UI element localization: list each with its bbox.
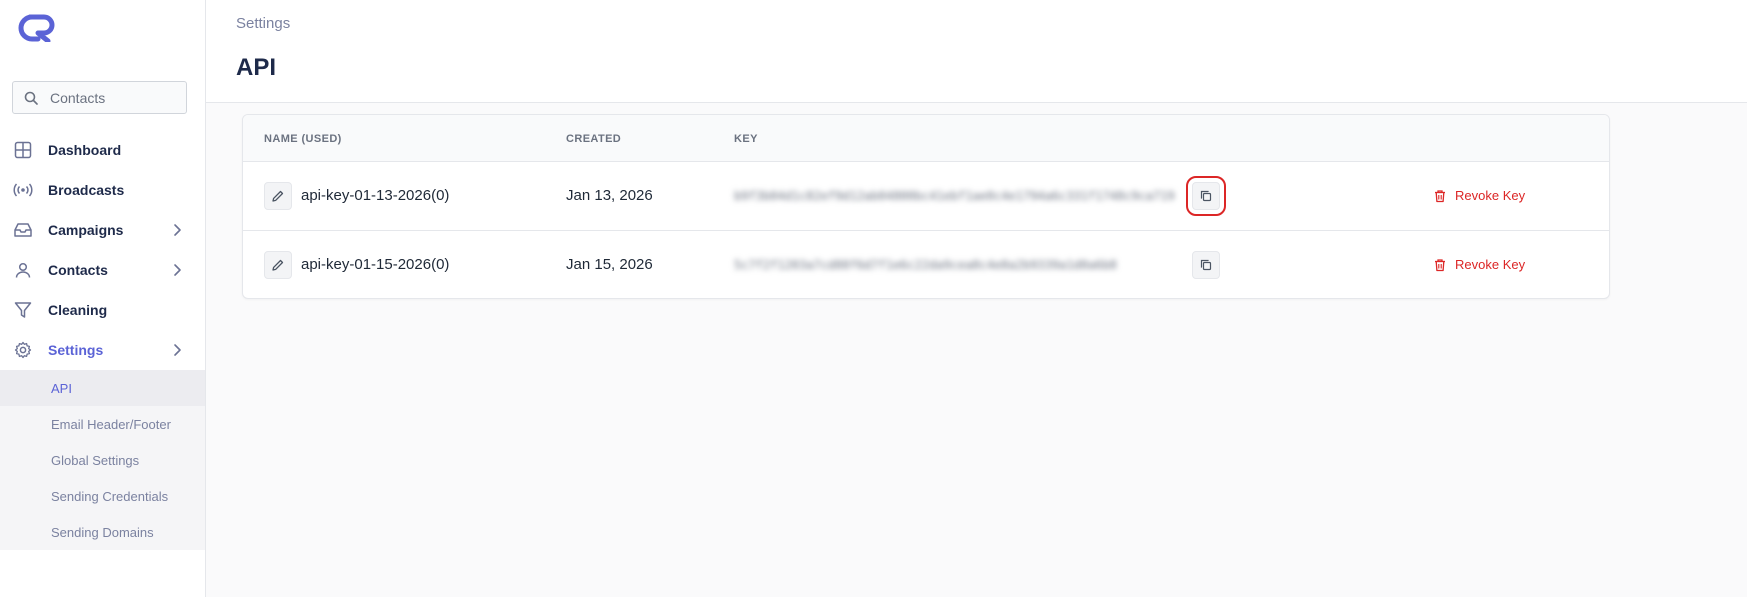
sidebar-item-cleaning[interactable]: Cleaning (0, 290, 205, 330)
sidebar-nav: Dashboard Broadcasts Campaigns Contacts (0, 130, 205, 550)
key-created-date: Jan 15, 2026 (566, 256, 653, 273)
copy-key-button[interactable] (1192, 251, 1220, 279)
inbox-icon (13, 220, 33, 240)
column-header-key: KEY (734, 133, 758, 145)
gear-icon (13, 340, 33, 360)
revoke-key-button[interactable]: Revoke Key (1433, 257, 1525, 272)
search-input[interactable]: Contacts (12, 81, 187, 114)
key-created-date: Jan 13, 2026 (566, 187, 653, 204)
page-header: Settings API (206, 0, 1747, 103)
revoke-key-label: Revoke Key (1455, 188, 1526, 203)
edit-name-button[interactable] (264, 182, 292, 210)
pencil-icon (272, 190, 284, 202)
chevron-right-icon (169, 342, 185, 358)
filter-icon (13, 300, 33, 320)
search-icon (24, 91, 38, 105)
sidebar-item-label: Contacts (48, 262, 108, 278)
sidebar-item-label: Settings (48, 342, 104, 358)
app-logo[interactable] (16, 14, 60, 44)
sidebar-item-contacts[interactable]: Contacts (0, 250, 205, 290)
subnav-item-global-settings[interactable]: Global Settings (0, 442, 205, 478)
user-icon (13, 260, 33, 280)
sidebar-item-dashboard[interactable]: Dashboard (0, 130, 205, 170)
chevron-right-icon (169, 262, 185, 278)
grid-icon (13, 140, 33, 160)
column-header-created: CREATED (566, 133, 622, 145)
sidebar: Contacts Dashboard Broadcasts Campaigns (0, 0, 206, 597)
broadcast-icon (13, 180, 33, 200)
sidebar-item-label: Cleaning (48, 302, 108, 318)
key-value: b9f3b04d1c82ef9d12ab04800bc41ebf1ae0c4e1… (734, 189, 1175, 203)
revoke-key-label: Revoke Key (1455, 257, 1526, 272)
subnav-item-api[interactable]: API (0, 370, 205, 406)
key-name: api-key-01-13-2026(0) (301, 187, 450, 204)
edit-name-button[interactable] (264, 251, 292, 279)
api-keys-table: NAME (USED) CREATED KEY api-key-01-13-20… (242, 114, 1610, 299)
search-placeholder: Contacts (50, 89, 106, 106)
copy-key-button[interactable] (1186, 176, 1226, 216)
table-row: api-key-01-15-2026(0) Jan 15, 2026 5c7f2… (243, 231, 1609, 298)
subnav-item-sending-domains[interactable]: Sending Domains (0, 514, 205, 550)
pencil-icon (272, 259, 284, 271)
subnav-item-sending-credentials[interactable]: Sending Credentials (0, 478, 205, 514)
chevron-right-icon (169, 222, 185, 238)
revoke-key-button[interactable]: Revoke Key (1433, 188, 1525, 203)
sidebar-item-settings[interactable]: Settings (0, 330, 205, 370)
key-value: 5c7f2f1203a7cd88f6d7f1e6c22da9cea8c4e8a2… (734, 258, 1117, 272)
settings-subnav: API Email Header/Footer Global Settings … (0, 370, 205, 550)
sidebar-item-broadcasts[interactable]: Broadcasts (0, 170, 205, 210)
sidebar-item-label: Broadcasts (48, 182, 125, 198)
table-header: NAME (USED) CREATED KEY (243, 115, 1609, 162)
key-name: api-key-01-15-2026(0) (301, 256, 450, 273)
trash-icon (1433, 189, 1447, 203)
table-row: api-key-01-13-2026(0) Jan 13, 2026 b9f3b… (243, 162, 1609, 231)
breadcrumb[interactable]: Settings (236, 15, 290, 32)
copy-icon (1200, 259, 1212, 271)
sidebar-item-label: Dashboard (48, 142, 122, 158)
copy-icon (1200, 190, 1212, 202)
page-title: API (236, 54, 277, 81)
trash-icon (1433, 258, 1447, 272)
column-header-name: NAME (USED) (264, 133, 342, 145)
subnav-item-email-header-footer[interactable]: Email Header/Footer (0, 406, 205, 442)
sidebar-item-label: Campaigns (48, 222, 124, 238)
sidebar-item-campaigns[interactable]: Campaigns (0, 210, 205, 250)
